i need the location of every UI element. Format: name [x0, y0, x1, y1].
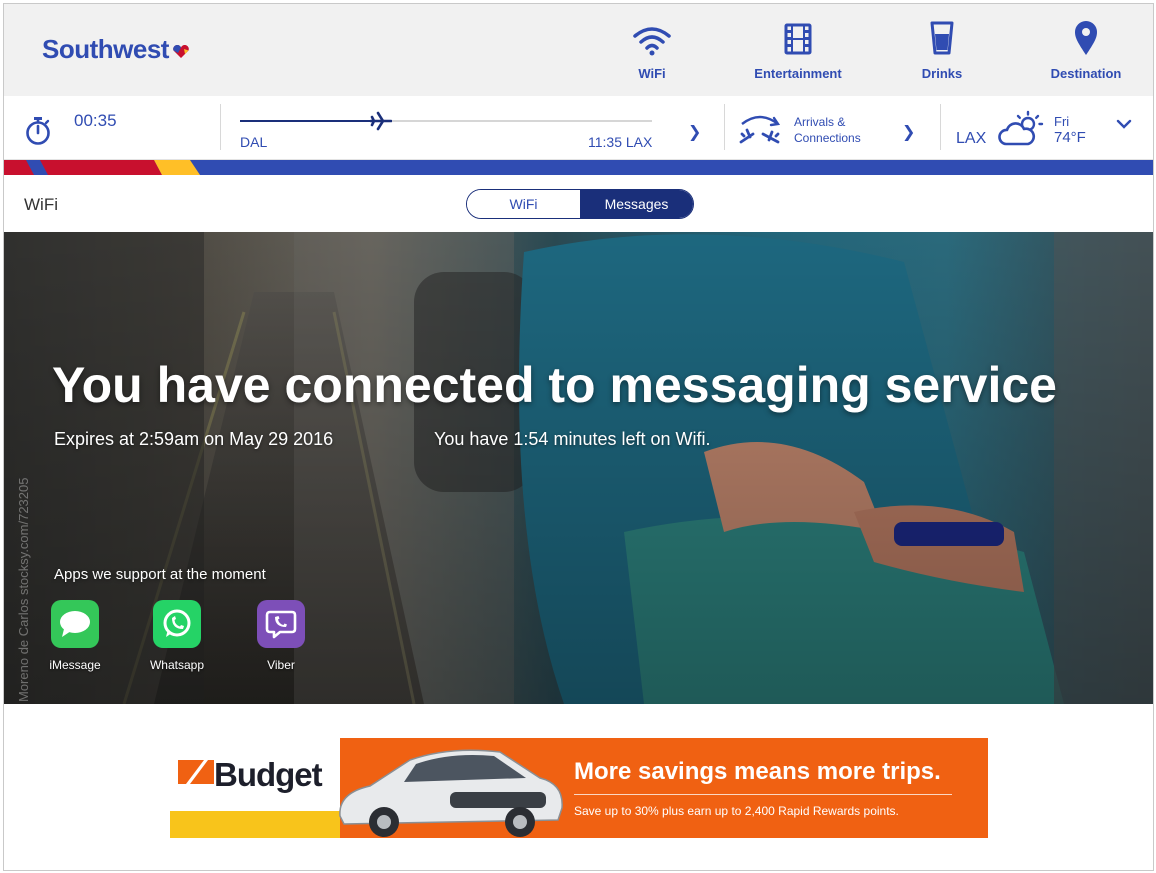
flight-status-bar: 00:35 DAL 11:35 LAX ❯ Arrivals & Connect…: [4, 96, 1153, 160]
nav-destination[interactable]: Destination: [1026, 20, 1146, 81]
photo-credit: Moreno de Carlos stocksy.com/723205: [16, 477, 31, 702]
connection-headline: You have connected to messaging service: [52, 357, 1057, 413]
time-remaining-text: You have 1:54 minutes left on Wifi.: [434, 429, 711, 449]
plane-icon: [370, 111, 393, 131]
budget-ad-banner[interactable]: Budget More savings means more trips. Sa…: [170, 738, 988, 838]
elapsed-time: 00:35: [74, 111, 117, 130]
car-image: [339, 749, 563, 837]
origin-airport: DAL: [240, 134, 268, 150]
divider: [220, 104, 221, 150]
destination-airport: LAX: [956, 130, 987, 147]
nav-drinks[interactable]: Drinks: [882, 20, 1002, 81]
section-header: WiFi WiFi Messages: [4, 175, 1153, 232]
budget-logo-icon: [178, 760, 214, 784]
chevron-down-icon[interactable]: [1116, 118, 1132, 130]
nav-entertainment[interactable]: Entertainment: [738, 20, 858, 81]
app-name: Whatsapp: [149, 658, 205, 672]
nav-drinks-label: Drinks: [921, 66, 963, 81]
hero-banner: Moreno de Carlos stocksy.com/723205 You …: [4, 232, 1153, 704]
divider: [724, 104, 725, 150]
cup-icon: [882, 20, 1002, 56]
app-viber[interactable]: Viber: [246, 600, 316, 672]
supported-apps-heading: Apps we support at the moment: [54, 566, 266, 583]
imessage-icon: [51, 600, 99, 648]
route-progress-fill: [240, 120, 381, 122]
brand-stripe: [4, 160, 1153, 175]
whatsapp-icon: [153, 600, 201, 648]
chevron-right-icon[interactable]: ❯: [688, 122, 701, 142]
southwest-logo[interactable]: Southwest: [42, 34, 190, 65]
arrival-time-airport: 11:35 LAX: [588, 134, 653, 150]
stopwatch-icon: [26, 117, 50, 145]
wifi-icon: [592, 20, 712, 56]
ad-divider: [574, 794, 952, 795]
nav-destination-label: Destination: [1050, 66, 1122, 81]
ad-brand-name: Budget: [214, 756, 323, 793]
heart-logo-icon: [173, 44, 189, 58]
chevron-right-icon[interactable]: ❯: [902, 122, 915, 142]
location-pin-icon: [1026, 20, 1146, 56]
nav-wifi[interactable]: WiFi: [592, 20, 712, 81]
film-icon: [738, 20, 858, 56]
app-name: Viber: [267, 658, 295, 672]
top-nav: Southwest WiFi Entertainment Drinks Dest…: [4, 4, 1153, 96]
toggle-wifi-option[interactable]: WiFi: [467, 190, 580, 218]
section-title: WiFi: [24, 195, 58, 214]
weather-temperature: 74°F: [1054, 129, 1086, 146]
partly-cloudy-icon: [998, 110, 1044, 146]
app-name: iMessage: [49, 658, 101, 672]
ad-subtext: Save up to 30% plus earn up to 2,400 Rap…: [574, 804, 899, 818]
nav-entertainment-label: Entertainment: [754, 66, 842, 81]
wifi-messages-toggle: WiFi Messages: [466, 189, 694, 219]
logo-text: Southwest: [42, 34, 169, 64]
ad-yellow-band: [170, 811, 340, 838]
route-progress-track: [240, 111, 652, 131]
ad-headline: More savings means more trips.: [574, 758, 941, 785]
divider: [940, 104, 941, 150]
viber-icon: [257, 600, 305, 648]
arrivals-connections-icon[interactable]: [738, 112, 782, 146]
arrivals-connections-link[interactable]: Arrivals & Connections: [794, 114, 884, 146]
weather-day: Fri: [1054, 114, 1070, 129]
nav-wifi-label: WiFi: [638, 66, 666, 81]
app-whatsapp[interactable]: Whatsapp: [142, 600, 212, 672]
expiry-text: Expires at 2:59am on May 29 2016: [54, 429, 334, 449]
app-window: Southwest WiFi Entertainment Drinks Dest…: [3, 3, 1154, 871]
app-imessage[interactable]: iMessage: [40, 600, 110, 672]
toggle-messages-option[interactable]: Messages: [580, 190, 693, 218]
